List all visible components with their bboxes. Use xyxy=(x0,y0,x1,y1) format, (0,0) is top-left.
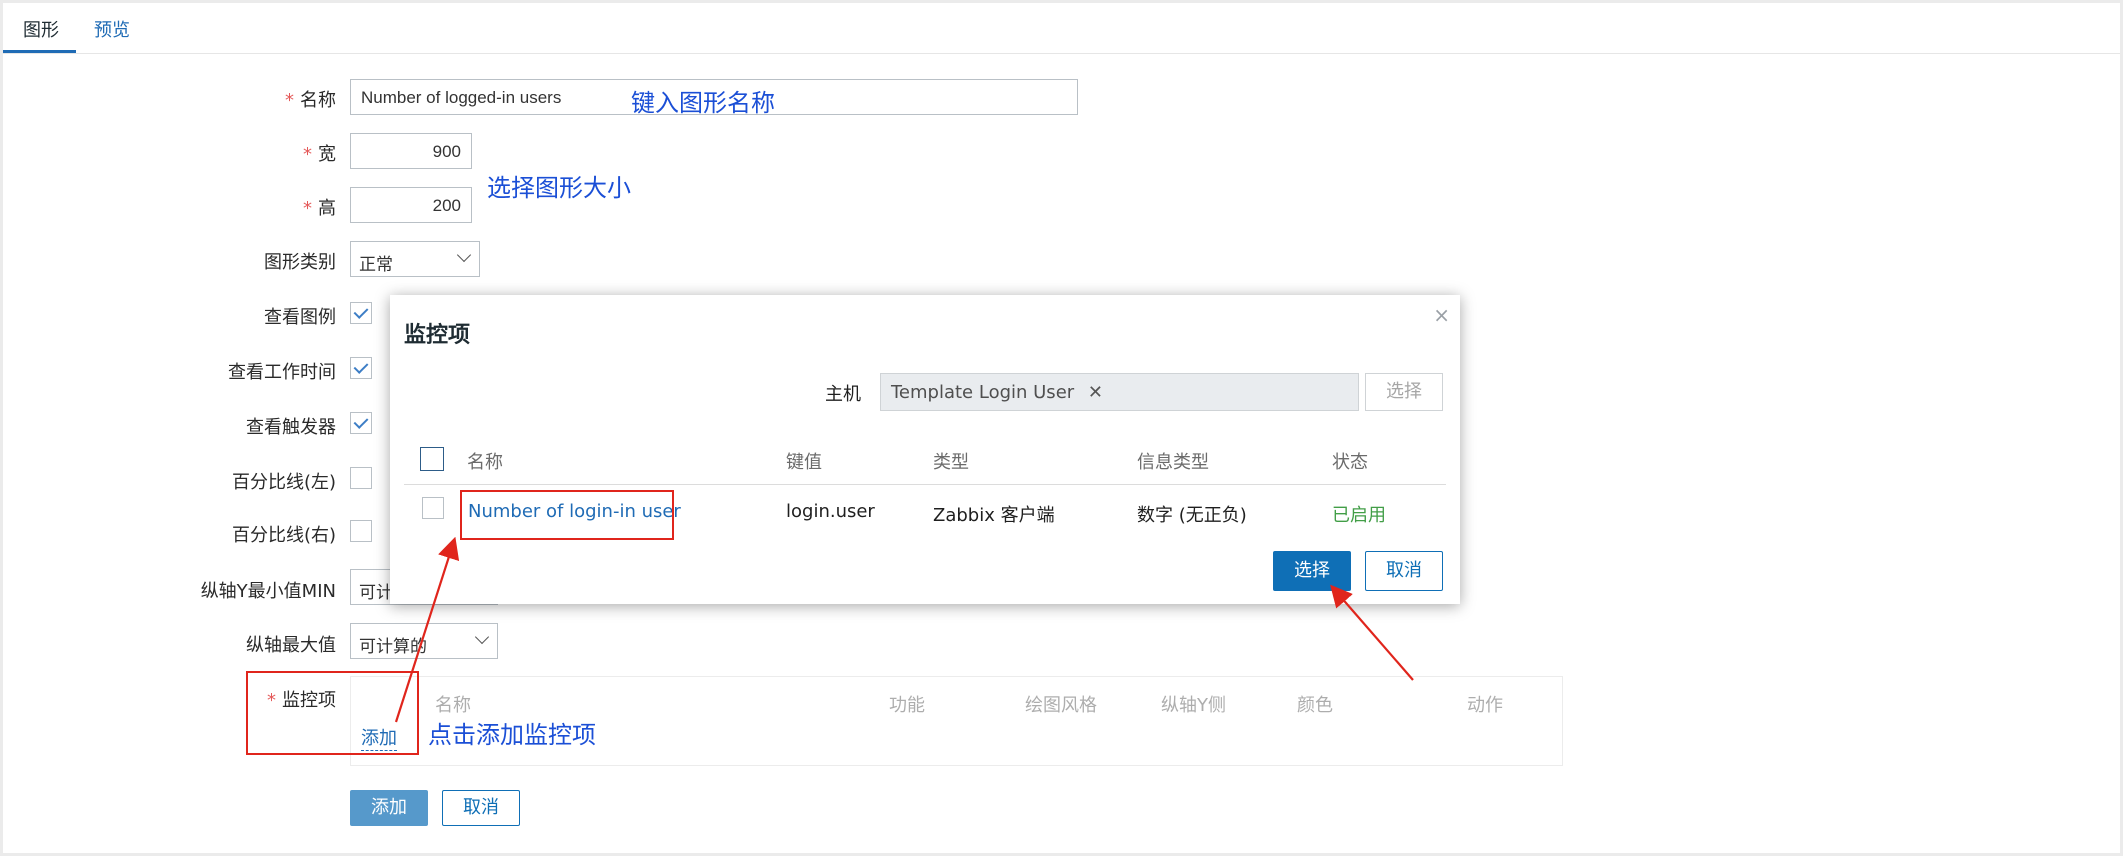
arrow-to-item-row xyxy=(394,536,460,723)
arrow-to-select-button xyxy=(1330,584,1414,681)
graph-editor-page: 图形 预览 * 名称 Number of logged-in users 键入图形… xyxy=(3,3,2120,853)
annotation-arrows xyxy=(394,536,1414,723)
